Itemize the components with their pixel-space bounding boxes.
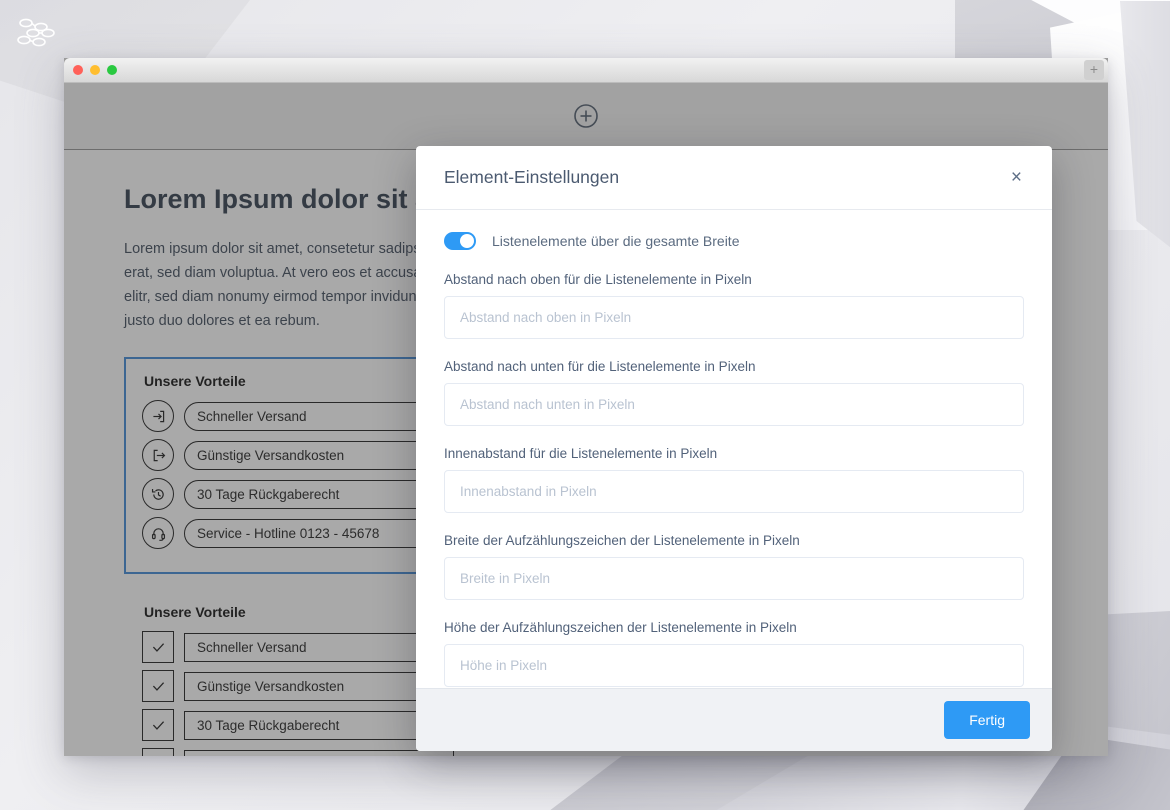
field-bullet-width: Breite der Aufzählungszeichen der Listen…	[444, 533, 1024, 600]
dialog-footer: Fertig	[416, 688, 1052, 751]
done-button[interactable]: Fertig	[944, 701, 1030, 739]
window-minimize-button[interactable]	[90, 65, 100, 75]
dialog-body[interactable]: Listenelemente über die gesamte Breite A…	[416, 210, 1052, 688]
fullwidth-toggle-row: Listenelemente über die gesamte Breite	[444, 232, 1024, 250]
padding-input[interactable]	[444, 470, 1024, 513]
dialog-header: Element-Einstellungen ×	[416, 146, 1052, 210]
field-padding: Innenabstand für die Listenelemente in P…	[444, 446, 1024, 513]
margin-bottom-input[interactable]	[444, 383, 1024, 426]
window-zoom-button[interactable]	[107, 65, 117, 75]
toggle-knob	[460, 234, 474, 248]
field-label: Innenabstand für die Listenelemente in P…	[444, 446, 718, 461]
fullwidth-toggle-label: Listenelemente über die gesamte Breite	[492, 233, 740, 249]
field-margin-top: Abstand nach oben für die Listenelemente…	[444, 272, 1024, 339]
close-icon[interactable]: ×	[1009, 164, 1024, 191]
dialog-title: Element-Einstellungen	[444, 167, 620, 187]
field-label: Breite der Aufzählungszeichen der Listen…	[444, 533, 800, 548]
window-close-button[interactable]	[73, 65, 83, 75]
bullet-height-input[interactable]	[444, 644, 1024, 687]
element-settings-dialog: Element-Einstellungen × Listenelemente ü…	[416, 146, 1052, 751]
bullet-width-input[interactable]	[444, 557, 1024, 600]
new-tab-button[interactable]: +	[1084, 60, 1104, 80]
field-label: Höhe der Aufzählungszeichen der Listenel…	[444, 620, 797, 635]
browser-titlebar: +	[64, 58, 1108, 83]
margin-top-input[interactable]	[444, 296, 1024, 339]
fullwidth-toggle[interactable]	[444, 232, 476, 250]
field-label: Abstand nach oben für die Listenelemente…	[444, 272, 752, 287]
field-label: Abstand nach unten für die Listenelement…	[444, 359, 756, 374]
node-graph-logo-icon	[14, 14, 56, 52]
field-bullet-height: Höhe der Aufzählungszeichen der Listenel…	[444, 620, 1024, 687]
field-margin-bottom: Abstand nach unten für die Listenelement…	[444, 359, 1024, 426]
